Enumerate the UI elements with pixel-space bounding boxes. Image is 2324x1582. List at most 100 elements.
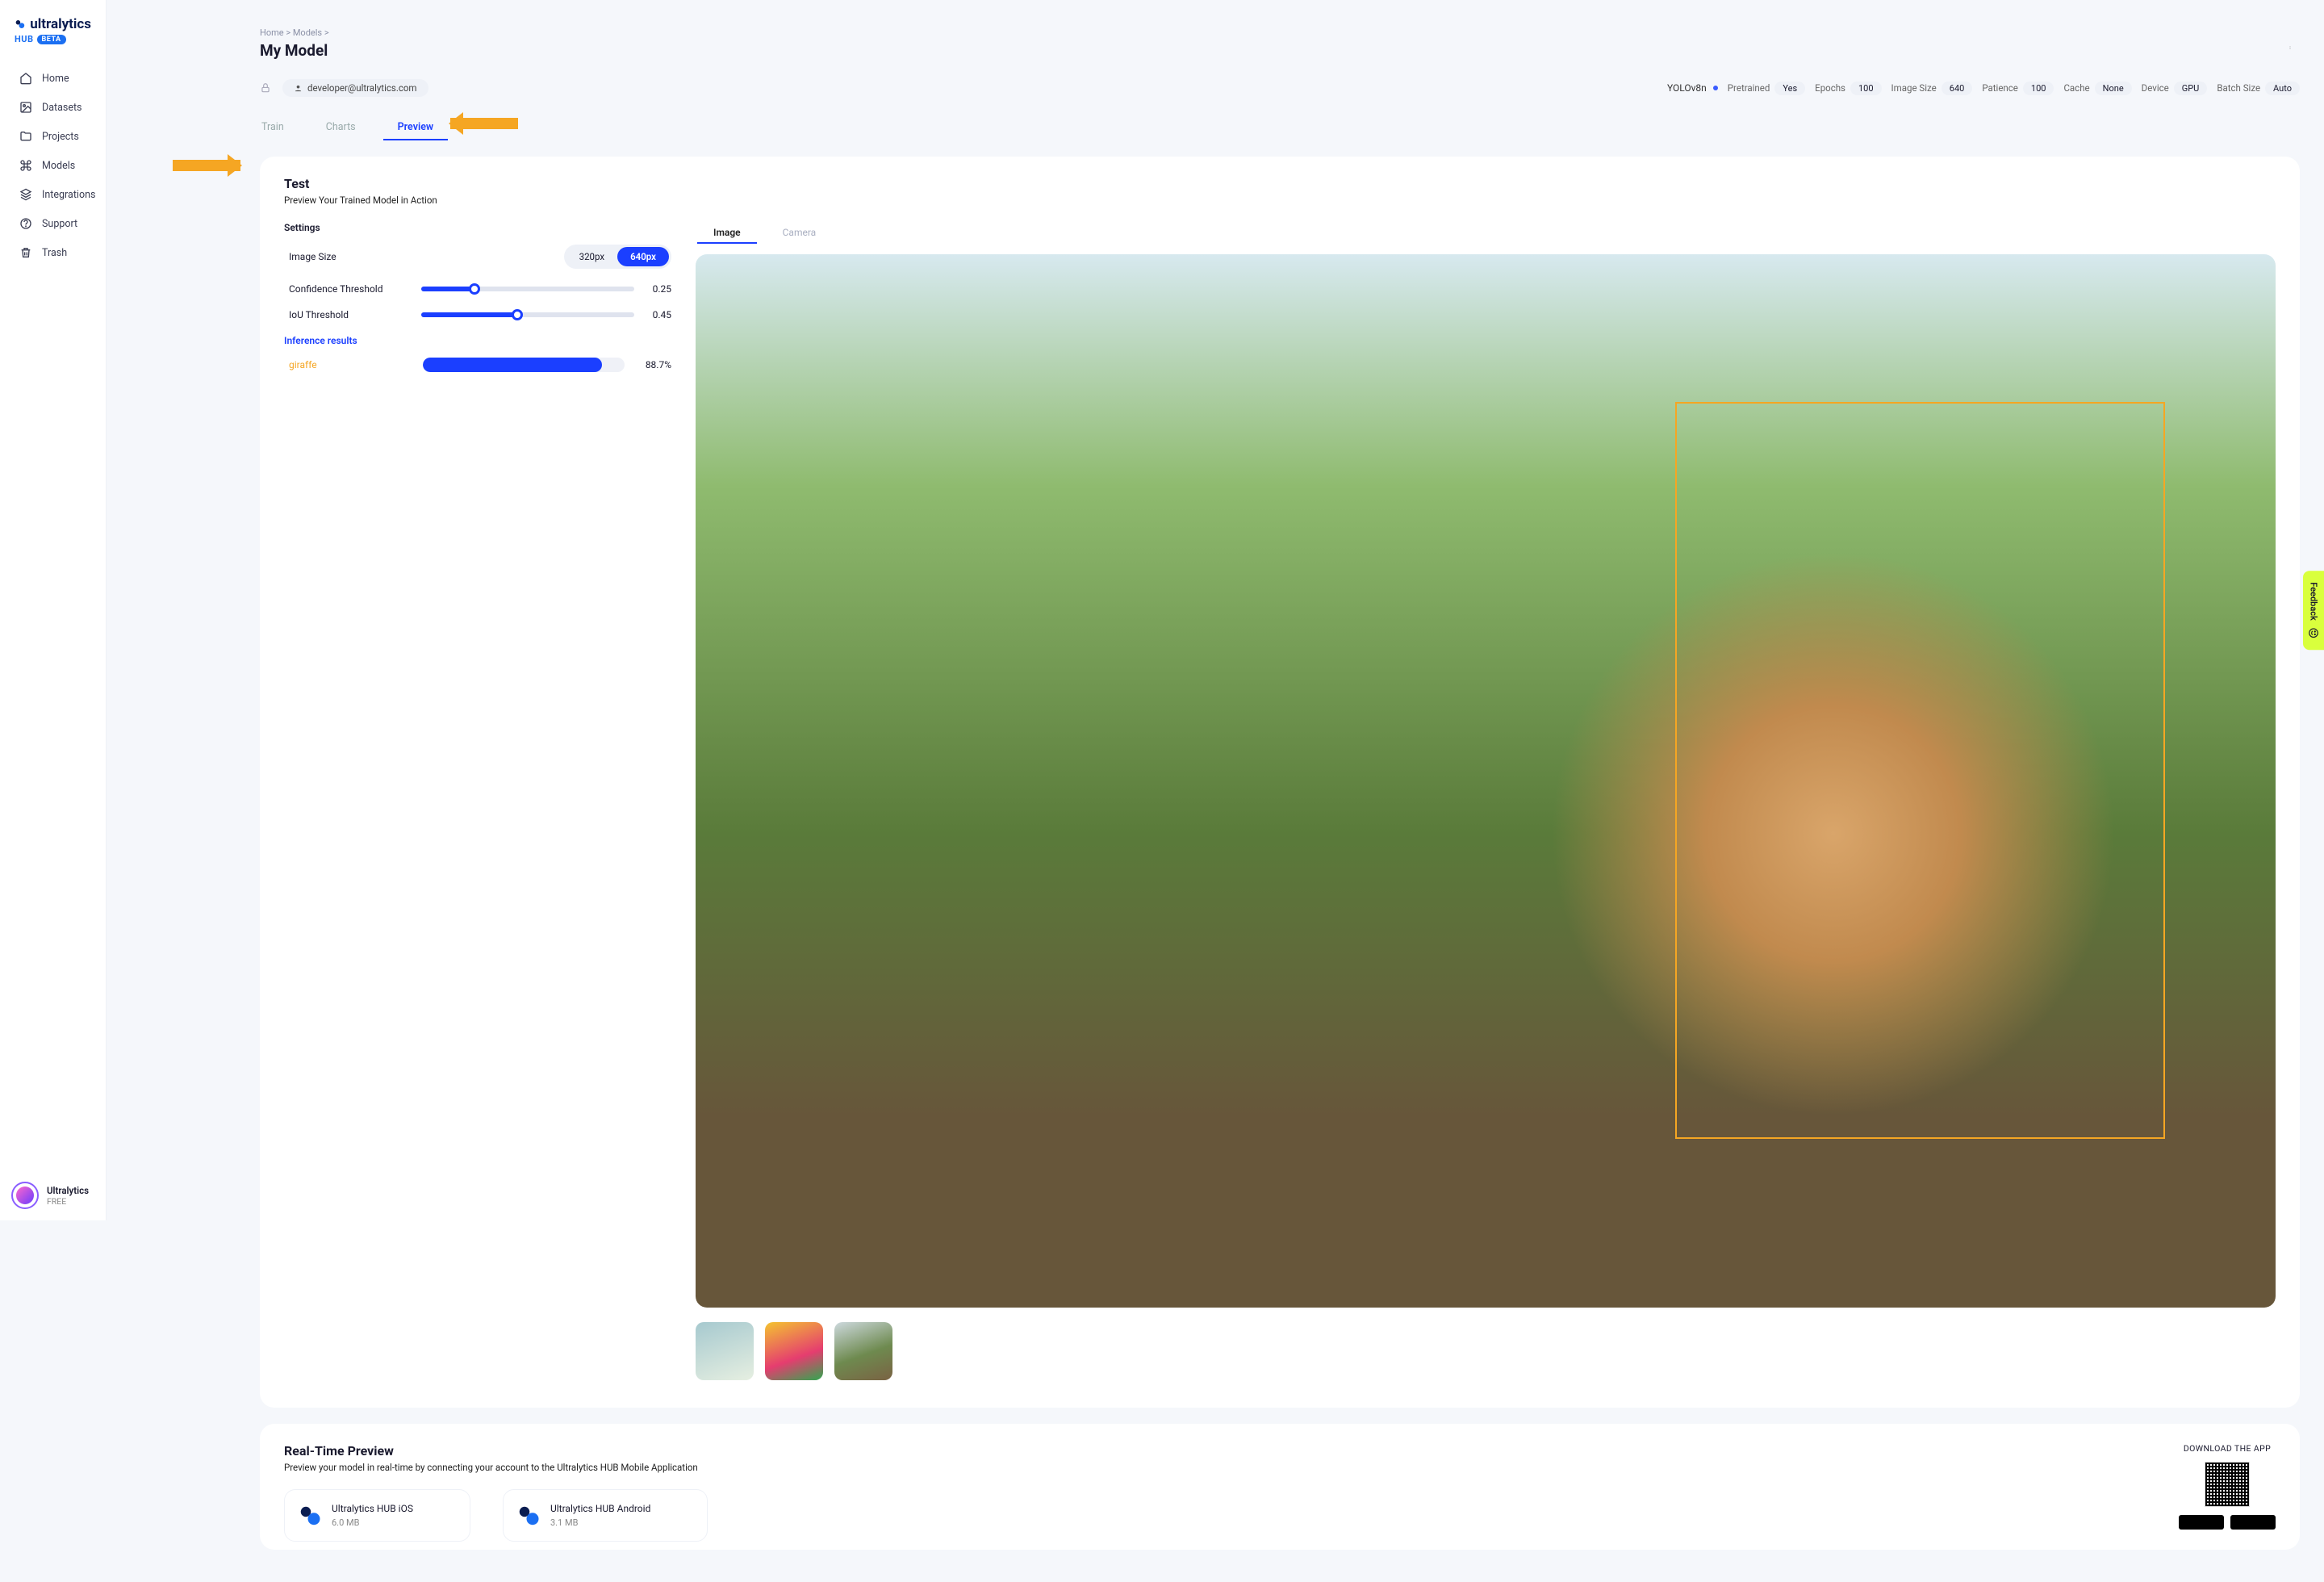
detection-bbox: [1675, 402, 2165, 1140]
nav-datasets[interactable]: Datasets: [0, 93, 106, 122]
settings-heading: Settings: [284, 222, 671, 233]
iou-value: 0.45: [642, 309, 671, 320]
conf-slider[interactable]: [421, 287, 634, 291]
thumbnail[interactable]: [696, 1322, 754, 1380]
result-bar: [423, 358, 625, 372]
user-icon: [294, 84, 303, 93]
device-value: GPU: [2174, 82, 2208, 95]
qr-code: [2205, 1462, 2250, 1507]
nav-label: Home: [42, 73, 69, 85]
nav-label: Projects: [42, 131, 79, 143]
ultralytics-logo-icon: [516, 1504, 541, 1528]
realtime-card: Real-Time Preview Preview your model in …: [260, 1424, 2300, 1550]
app-ios[interactable]: Ultralytics HUB iOS 6.0 MB: [284, 1489, 470, 1542]
breadcrumb: Home > Models >: [260, 27, 2300, 38]
batch-value: Auto: [2265, 82, 2300, 95]
nav-trash[interactable]: Trash: [0, 238, 106, 267]
crumb-home[interactable]: Home: [260, 27, 284, 38]
results-heading: Inference results: [284, 335, 671, 346]
nav-integrations[interactable]: Integrations: [0, 180, 106, 209]
sidebar-footer[interactable]: Ultralytics FREE: [0, 1182, 106, 1209]
feedback-label: Feedback: [2309, 582, 2319, 621]
tab-camera[interactable]: Camera: [781, 222, 818, 243]
crumb-models[interactable]: Models: [293, 27, 322, 38]
google-play-button[interactable]: [2179, 1515, 2224, 1530]
app-android-size: 3.1 MB: [550, 1517, 650, 1528]
result-score: 88.7%: [634, 359, 671, 370]
annotation-arrow-icon: [450, 118, 518, 129]
sidebar: ultralytics HUB BETA Home Datasets Proje…: [0, 0, 107, 1220]
test-subtitle: Preview Your Trained Model in Action: [284, 195, 2276, 206]
realtime-subtitle: Preview your model in real-time by conne…: [284, 1462, 2155, 1473]
nav-support[interactable]: Support: [0, 209, 106, 238]
annotation-arrow-icon: [173, 160, 240, 171]
iou-slider[interactable]: [421, 312, 634, 317]
conf-label: Confidence Threshold: [284, 283, 413, 295]
nav-label: Models: [42, 160, 75, 172]
brand-text: ultralytics: [30, 16, 91, 32]
app-store-button[interactable]: [2230, 1515, 2276, 1530]
imgsize-label: Image Size: [1891, 82, 1937, 94]
thumbnail[interactable]: [765, 1322, 823, 1380]
patience-value: 100: [2023, 82, 2054, 95]
cache-label: Cache: [2063, 82, 2089, 94]
device-label: Device: [2142, 82, 2169, 94]
tab-charts[interactable]: Charts: [324, 115, 357, 140]
pretrained-value: Yes: [1774, 82, 1805, 95]
avatar: [11, 1182, 39, 1209]
imgsize-value: 640: [1942, 82, 1973, 95]
model-name-text: YOLOv8n: [1667, 82, 1707, 94]
footer-plan: FREE: [47, 1196, 89, 1207]
nav-models[interactable]: Models: [0, 151, 106, 180]
logo: ultralytics HUB BETA: [0, 16, 106, 44]
tab-image[interactable]: Image: [712, 222, 742, 243]
layers-icon: [19, 188, 32, 201]
download-title: DOWNLOAD THE APP: [2179, 1443, 2276, 1454]
home-icon: [19, 72, 32, 85]
model-tabs: Train Charts Preview: [260, 115, 2300, 140]
lock-icon: [260, 82, 271, 94]
nav-label: Trash: [42, 247, 67, 259]
patience-label: Patience: [1982, 82, 2018, 94]
realtime-title: Real-Time Preview: [284, 1443, 2155, 1459]
hub-text: HUB: [15, 34, 34, 44]
imgsize-opt-640[interactable]: 640px: [617, 247, 669, 266]
more-menu-button[interactable]: [2280, 38, 2300, 57]
trash-icon: [19, 246, 32, 259]
nav-projects[interactable]: Projects: [0, 122, 106, 151]
ultralytics-logo-icon: [298, 1504, 322, 1528]
preview-source-tabs: Image Camera: [696, 222, 2276, 243]
app-android[interactable]: Ultralytics HUB Android 3.1 MB: [503, 1489, 708, 1542]
iou-label: IoU Threshold: [284, 309, 413, 320]
nav-list: Home Datasets Projects Models Integratio…: [0, 64, 106, 267]
owner-email-chip[interactable]: developer@ultralytics.com: [282, 79, 428, 97]
meta-row: developer@ultralytics.com YOLOv8n Pretra…: [260, 79, 2300, 97]
app-ios-size: 6.0 MB: [332, 1517, 413, 1528]
nav-home[interactable]: Home: [0, 64, 106, 93]
tab-train[interactable]: Train: [260, 115, 286, 140]
footer-user: Ultralytics: [47, 1185, 89, 1196]
preview-image[interactable]: [696, 254, 2276, 1308]
nav-label: Datasets: [42, 102, 82, 114]
command-icon: [19, 159, 32, 172]
ultralytics-logo-icon: [15, 17, 25, 31]
cache-value: None: [2095, 82, 2132, 95]
folder-icon: [19, 130, 32, 143]
pretrained-label: Pretrained: [1728, 82, 1770, 94]
batch-label: Batch Size: [2217, 82, 2260, 94]
help-icon: [19, 217, 32, 230]
imgsize-opt-320[interactable]: 320px: [566, 247, 617, 266]
feedback-tab[interactable]: Feedback: [2303, 571, 2324, 650]
imgsize-setting-label: Image Size: [284, 251, 413, 262]
page-title: My Model: [260, 41, 328, 60]
more-vertical-icon: [2288, 41, 2292, 54]
main-content: Home > Models > My Model developer@ultra…: [107, 0, 2324, 1582]
thumbnail[interactable]: [834, 1322, 892, 1380]
owner-email: developer@ultralytics.com: [307, 82, 417, 94]
conf-value: 0.25: [642, 283, 671, 295]
status-dot-icon: [1713, 86, 1718, 90]
test-title: Test: [284, 176, 2276, 191]
tab-preview[interactable]: Preview: [396, 115, 436, 140]
epochs-value: 100: [1850, 82, 1882, 95]
nav-label: Support: [42, 218, 77, 230]
